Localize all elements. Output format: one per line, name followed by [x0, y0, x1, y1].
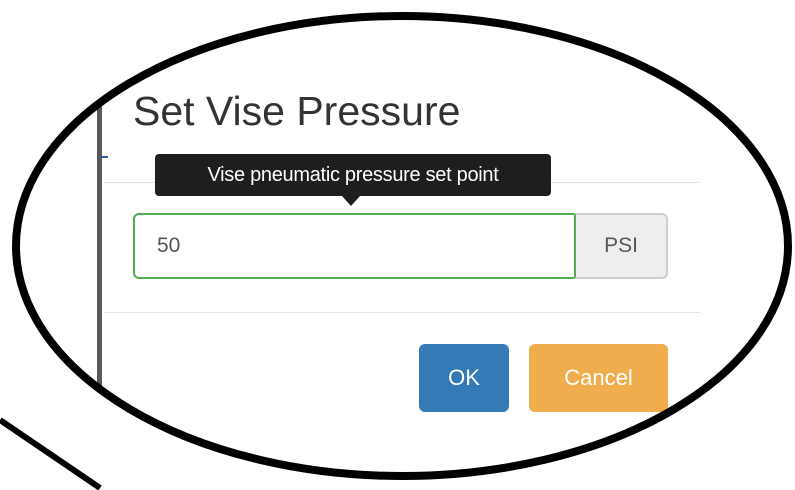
magnified-view: Set Vise Pressure PSI Vise pneumatic pre… [0, 0, 795, 490]
dialog-title: Set Vise Pressure [133, 88, 461, 134]
unit-addon: PSI [574, 213, 668, 279]
dialog-left-edge [97, 60, 102, 460]
cancel-button[interactable]: Cancel [529, 344, 668, 412]
tooltip-arrow [342, 196, 360, 206]
ok-button[interactable]: OK [419, 344, 509, 412]
pressure-input-group: PSI [133, 213, 668, 279]
background-accent [102, 156, 108, 158]
pressure-input[interactable] [133, 213, 574, 279]
footer-divider [104, 312, 700, 313]
pressure-tooltip: Vise pneumatic pressure set point [155, 154, 551, 196]
